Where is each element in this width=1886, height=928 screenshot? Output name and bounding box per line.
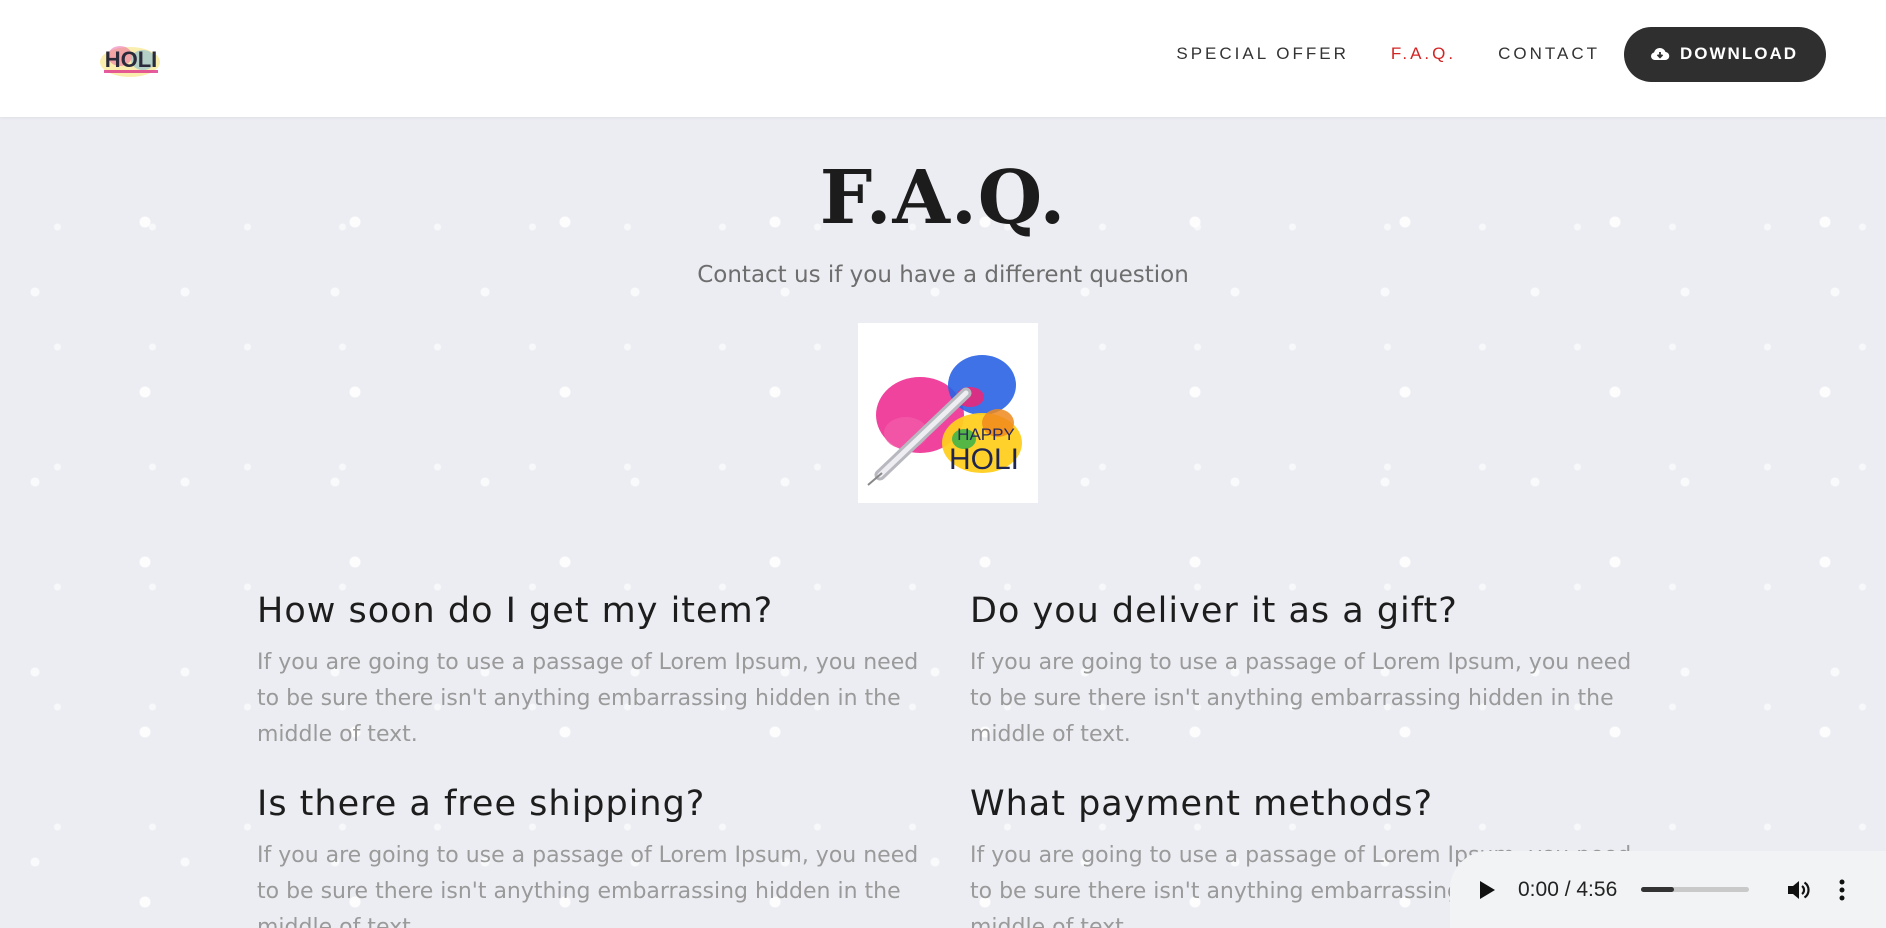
faq-item: How soon do I get my item? If you are go… [257,591,937,753]
nav-contact[interactable]: CONTACT [1498,44,1600,64]
happy-holi-image: HAPPY HOLI [858,323,1038,503]
page-title: F.A.Q. [819,155,1067,241]
faq-question: What payment methods? [970,784,1434,824]
nav-special-offer[interactable]: SPECIAL OFFER [1176,44,1349,64]
audio-time: 0:00 / 4:56 [1518,877,1618,901]
faq-answer: If you are going to use a passage of Lor… [970,650,1632,747]
download-label: DOWNLOAD [1680,44,1798,63]
audio-progress-fill [1641,887,1674,892]
image-text-happy: HAPPY [957,425,1015,444]
cloud-download-icon [1651,47,1670,61]
holi-logo[interactable]: HOLI [96,36,166,80]
faq-item: Do you deliver it as a gift? If you are … [970,591,1650,753]
audio-player: 0:00 / 4:56 [1450,851,1886,928]
faq-question: How soon do I get my item? [257,591,774,631]
image-text-holi: HOLI [949,443,1019,476]
nav-faq[interactable]: F.A.Q. [1391,44,1456,64]
volume-icon[interactable] [1785,877,1811,903]
faq-answer: If you are going to use a passage of Lor… [257,843,919,928]
faq-item: Is there a free shipping? If you are goi… [257,784,937,928]
faq-question: Is there a free shipping? [257,784,706,824]
main-nav: SPECIAL OFFER F.A.Q. CONTACT DOWNLOAD [1176,26,1826,82]
site-header: HOLI SPECIAL OFFER F.A.Q. CONTACT DOWNLO… [0,0,1886,117]
faq-question: Do you deliver it as a gift? [970,591,1458,631]
faq-answer: If you are going to use a passage of Lor… [257,650,919,747]
download-button[interactable]: DOWNLOAD [1624,26,1826,82]
more-options-icon[interactable] [1839,878,1845,902]
audio-progress-bar[interactable] [1641,887,1750,892]
logo-text: HOLI [105,47,158,72]
page-subtitle: Contact us if you have a different quest… [697,262,1189,288]
play-icon[interactable] [1476,878,1498,902]
